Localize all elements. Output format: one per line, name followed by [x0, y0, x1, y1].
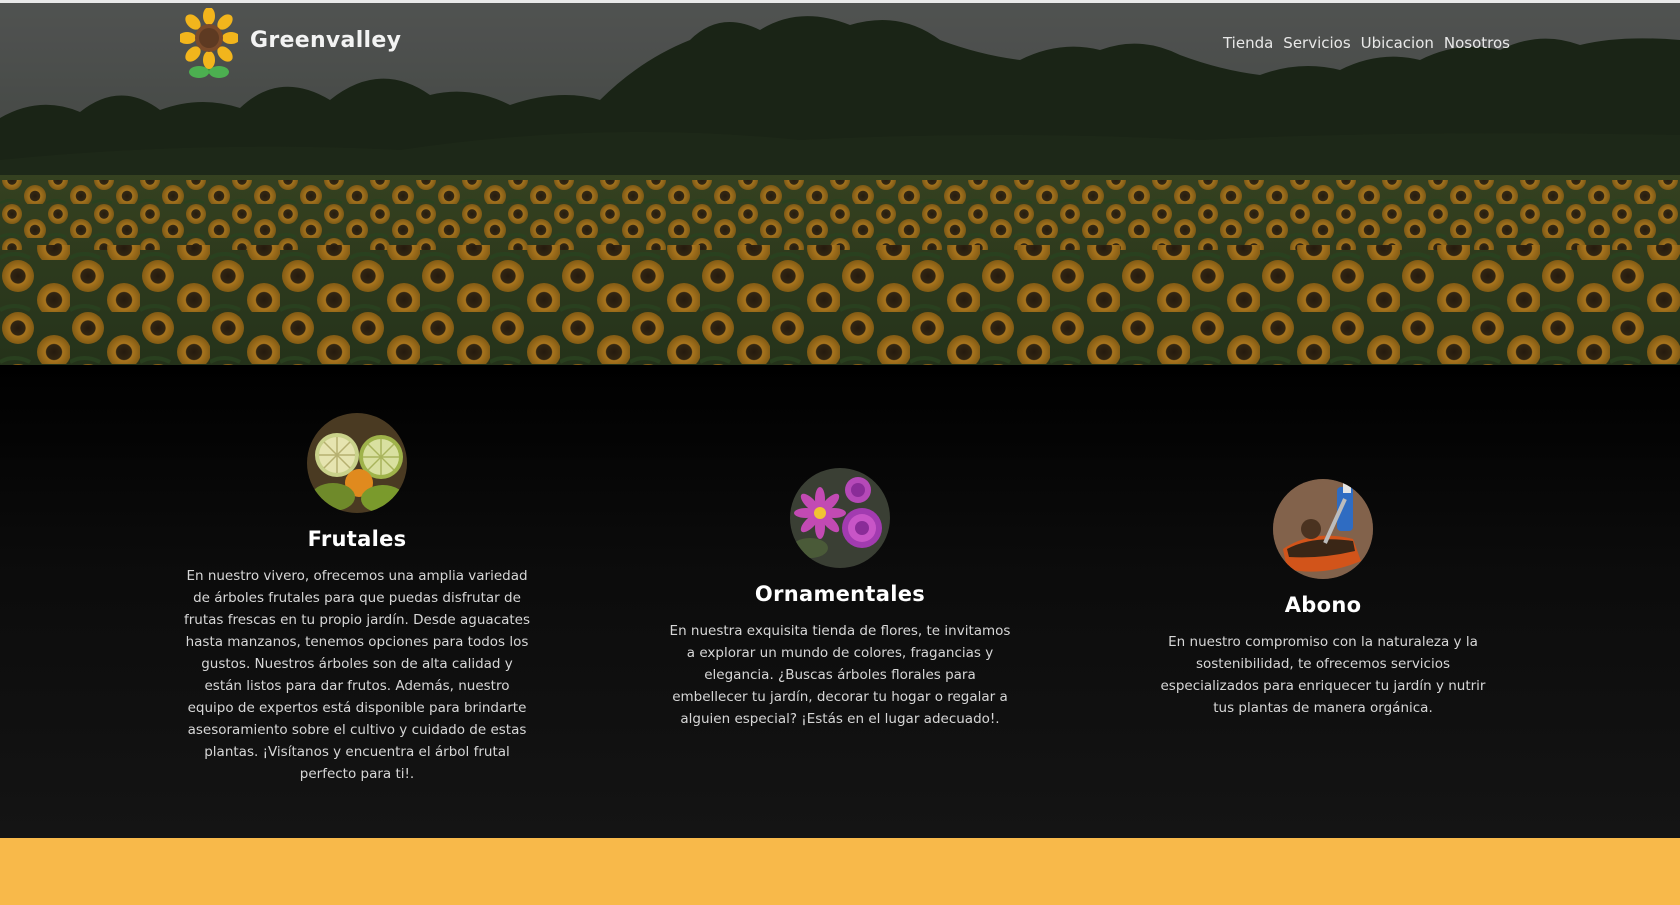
- service-title: Frutales: [307, 527, 407, 551]
- footer-band: [0, 838, 1680, 905]
- soil-shovel-image: [1273, 479, 1373, 579]
- service-description: En nuestra exquisita tienda de flores, t…: [669, 623, 1011, 727]
- service-title: Ornamentales: [754, 582, 926, 606]
- top-navigation: Greenvalley Tienda Servicios Ubicacion N…: [0, 0, 1680, 90]
- nav-link-servicios[interactable]: Servicios: [1283, 34, 1350, 52]
- brand-name: Greenvalley: [250, 27, 402, 53]
- service-description: En nuestro compromiso con la naturaleza …: [1160, 634, 1486, 716]
- service-card-frutales: Frutales En nuestro vivero, ofrecemos un…: [177, 413, 537, 785]
- brand[interactable]: Greenvalley: [180, 8, 401, 80]
- services-section: Frutales En nuestro vivero, ofrecemos un…: [0, 365, 1680, 838]
- nav-menu: Tienda Servicios Ubicacion Nosotros: [1223, 34, 1510, 52]
- service-title: Abono: [1284, 593, 1362, 617]
- nav-link-tienda[interactable]: Tienda: [1223, 34, 1273, 52]
- hero-banner: Greenvalley Tienda Servicios Ubicacion N…: [0, 0, 1680, 365]
- nav-link-ubicacion[interactable]: Ubicacion: [1361, 34, 1434, 52]
- service-card-ornamentales: Ornamentales En nuestra exquisita tienda…: [660, 468, 1020, 730]
- citrus-fruits-image: [307, 413, 407, 513]
- nav-link-nosotros[interactable]: Nosotros: [1444, 34, 1510, 52]
- purple-flowers-image: [790, 468, 890, 568]
- sunflower-icon: [180, 8, 238, 78]
- service-description: En nuestro vivero, ofrecemos una amplia …: [183, 568, 531, 782]
- service-card-abono: Abono En nuestro compromiso con la natur…: [1143, 479, 1503, 719]
